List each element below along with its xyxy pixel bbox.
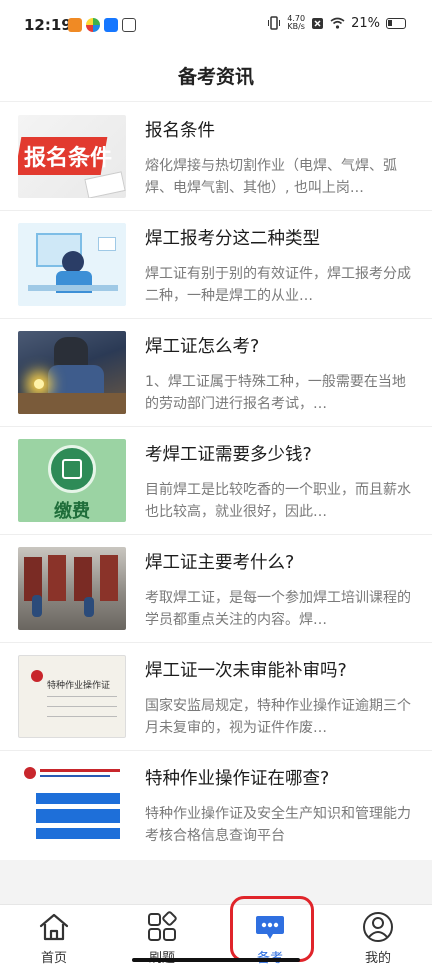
- battery-percent: 21%: [351, 15, 380, 31]
- article-item[interactable]: 缴费 考焊工证需要多少钱? 目前焊工是比较吃香的一个职业，而且薪水也比较高，就业…: [0, 427, 432, 535]
- article-summary: 熔化焊接与热切割作业（电焊、气焊、弧焊、电焊气割、其他）, 也叫上岗…: [145, 158, 397, 196]
- article-summary: 焊工证有别于别的有效证件，焊工报考分成二种，一种是焊工的从业…: [145, 266, 411, 304]
- article-thumbnail: 报名条件: [18, 115, 126, 198]
- article-title: 报名条件: [145, 121, 215, 141]
- battery-icon: [386, 17, 406, 29]
- app-notification-icon: [86, 18, 100, 32]
- article-title: 焊工证一次未审能补审吗?: [145, 661, 347, 681]
- thumbnail-caption: 缴费: [54, 501, 90, 522]
- wifi-icon: [330, 17, 345, 29]
- article-item[interactable]: 特种作业操作证在哪查? 特种作业操作证及安全生产知识和管理能力考核合格信息查询平…: [0, 751, 432, 861]
- article-title: 焊工证主要考什么?: [145, 553, 295, 573]
- article-item[interactable]: 焊工报考分这二种类型 焊工证有别于别的有效证件，焊工报考分成二种，一种是焊工的从…: [0, 211, 432, 319]
- notification-icons: [68, 18, 136, 32]
- home-indicator[interactable]: [132, 958, 300, 962]
- page-header: 备考资讯: [0, 50, 432, 102]
- article-summary: 国家安监局规定，特种作业操作证逾期三个月未复审的，视为证件作废…: [145, 698, 411, 736]
- page-title: 备考资讯: [177, 66, 254, 88]
- status-bar: 12:19 4.70 KB/s 21%: [0, 0, 432, 50]
- vibrate-icon: [268, 16, 281, 30]
- article-thumbnail: [18, 331, 126, 414]
- net-speed-unit: KB/s: [287, 22, 305, 31]
- article-thumbnail: [18, 223, 126, 306]
- status-time: 12:19: [24, 16, 72, 34]
- article-item[interactable]: 报名条件 报名条件 熔化焊接与热切割作业（电焊、气焊、弧焊、电焊气割、其他）, …: [0, 103, 432, 211]
- list-footer-spacer: [0, 860, 432, 904]
- sim-icon: [312, 17, 324, 29]
- article-item[interactable]: 焊工证主要考什么? 考取焊工证，是每一个参加焊工培训课程的学员都重点关注的内容。…: [0, 535, 432, 643]
- article-summary: 特种作业操作证及安全生产知识和管理能力考核合格信息查询平台: [145, 806, 411, 844]
- tab-home[interactable]: 首页: [0, 905, 108, 964]
- user-icon: [363, 912, 393, 942]
- article-thumbnail: [18, 547, 126, 630]
- active-tab-highlight: [230, 896, 314, 962]
- article-title: 特种作业操作证在哪查?: [145, 769, 330, 789]
- status-indicators: 4.70 KB/s 21%: [267, 15, 406, 31]
- thumbnail-caption: 报名条件: [24, 146, 113, 171]
- grid-icon: [148, 911, 177, 941]
- article-title: 焊工证怎么考?: [145, 337, 260, 357]
- article-thumbnail: 特种作业操作证: [18, 655, 126, 738]
- article-title: 考焊工证需要多少钱?: [145, 445, 312, 465]
- article-title: 焊工报考分这二种类型: [145, 229, 320, 249]
- tab-practice[interactable]: 刷题: [108, 905, 216, 964]
- article-summary: 目前焊工是比较吃香的一个职业，而且薪水也比较高，就业很好，因此…: [145, 482, 411, 520]
- article-item[interactable]: 焊工证怎么考? 1、焊工证属于特殊工种，一般需要在当地的劳动部门进行报名考试，…: [0, 319, 432, 427]
- article-list: 报名条件 报名条件 熔化焊接与热切割作业（电焊、气焊、弧焊、电焊气割、其他）, …: [0, 103, 432, 861]
- app-notification-icon: [104, 18, 118, 32]
- app-notification-icon: [68, 18, 82, 32]
- article-thumbnail: [18, 763, 126, 846]
- home-icon: [39, 913, 69, 941]
- thumbnail-caption: 特种作业操作证: [47, 681, 111, 691]
- article-summary: 考取焊工证，是每一个参加焊工培训课程的学员都重点关注的内容。焊…: [145, 590, 411, 628]
- tab-profile[interactable]: 我的: [324, 905, 432, 964]
- article-item[interactable]: 特种作业操作证 焊工证一次未审能补审吗? 国家安监局规定，特种作业操作证逾期三个…: [0, 643, 432, 751]
- tab-label: 我的: [364, 951, 391, 964]
- article-summary: 1、焊工证属于特殊工种，一般需要在当地的劳动部门进行报名考试，…: [145, 374, 406, 412]
- bottom-tab-bar: 首页 刷题 备考 我的: [0, 904, 432, 964]
- tab-label: 首页: [40, 951, 67, 964]
- app-notification-icon: [122, 18, 136, 32]
- net-speed: 4.70 KB/s: [287, 15, 305, 31]
- article-thumbnail: 缴费: [18, 439, 126, 522]
